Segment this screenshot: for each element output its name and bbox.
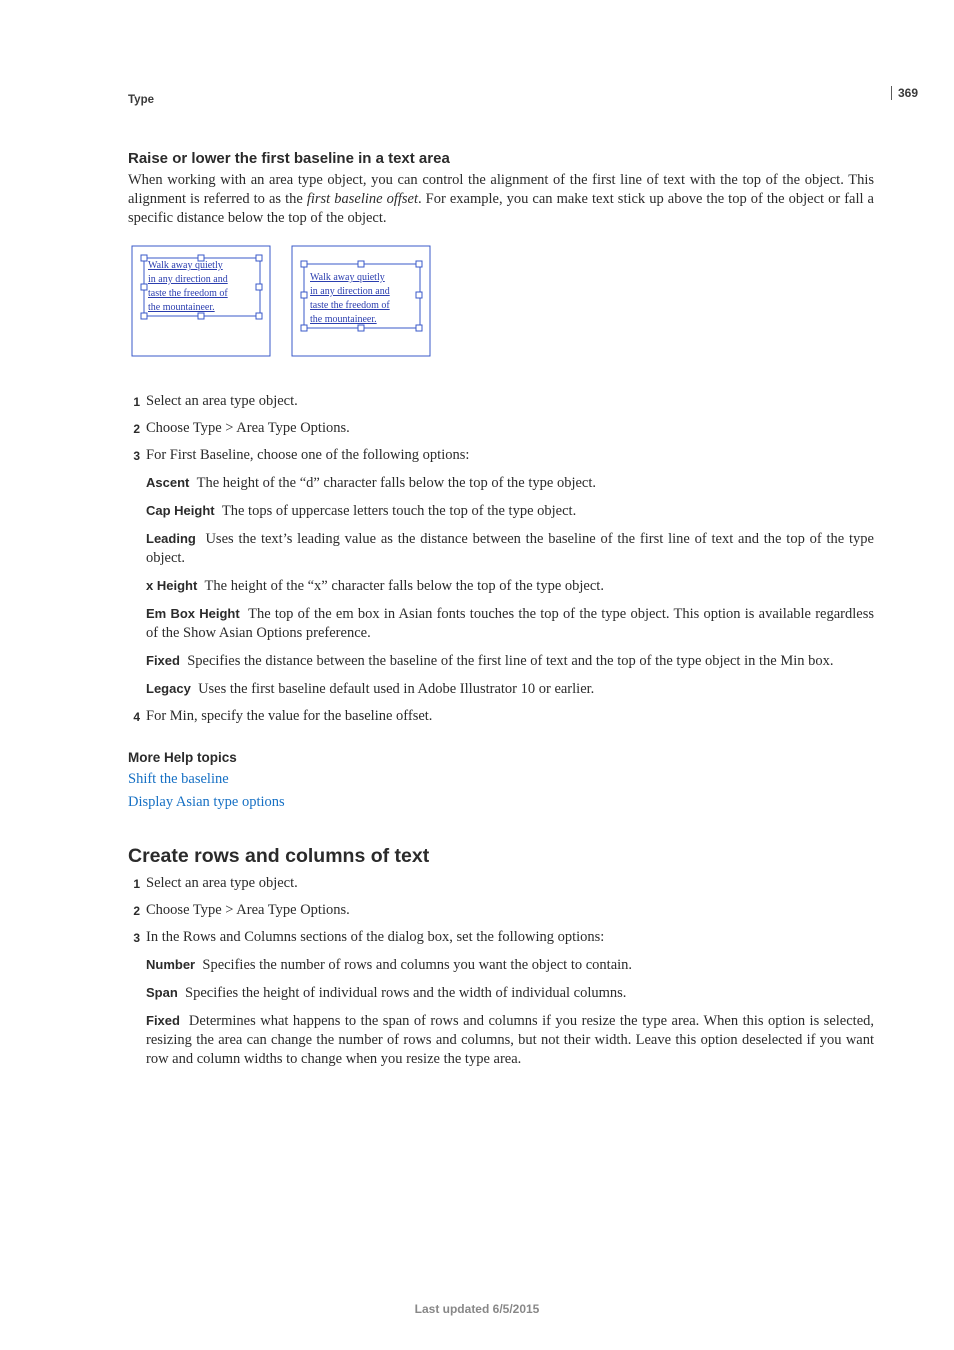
option-x-height: x Height The height of the “x” character…: [146, 576, 874, 596]
heading-raise-lower-baseline: Raise or lower the first baseline in a t…: [128, 150, 874, 167]
steps-list-1b: 4For Min, specify the value for the base…: [128, 707, 874, 726]
step2-1: 1Select an area type object.: [128, 874, 874, 893]
figure-left-line1: Walk away quietly: [148, 260, 223, 271]
option-fixed: Fixed Specifies the distance between the…: [146, 651, 874, 671]
option-cap-height: Cap Height The tops of uppercase letters…: [146, 501, 874, 521]
figure-left-line4: the mountaineer.: [148, 302, 215, 313]
option2-span: Span Specifies the height of individual …: [146, 983, 874, 1003]
page: 369 Type Raise or lower the first baseli…: [0, 0, 954, 1350]
option2-number: Number Specifies the number of rows and …: [146, 955, 874, 975]
figure-right-line1: Walk away quietly: [310, 272, 385, 283]
intro-paragraph: When working with an area type object, y…: [128, 171, 874, 228]
step-2: 2Choose Type > Area Type Options.: [128, 419, 874, 438]
figure-first-baseline: Walk away quietly in any direction and t…: [128, 242, 438, 362]
steps-list-2: 1Select an area type object. 2Choose Typ…: [128, 874, 874, 947]
footer-last-updated: Last updated 6/5/2015: [0, 1302, 954, 1316]
option-legacy: Legacy Uses the first baseline default u…: [146, 679, 874, 699]
figure-right-line4: the mountaineer.: [310, 314, 377, 325]
step2-2: 2Choose Type > Area Type Options.: [128, 901, 874, 920]
option2-fixed: Fixed Determines what happens to the spa…: [146, 1011, 874, 1069]
link-display-asian[interactable]: Display Asian type options: [128, 794, 874, 811]
step-3: 3For First Baseline, choose one of the f…: [128, 446, 874, 465]
step-1: 1Select an area type object.: [128, 392, 874, 411]
figure-right-line2: in any direction and: [310, 286, 390, 297]
option-leading: Leading Uses the text’s leading value as…: [146, 529, 874, 568]
option-em-box-height: Em Box Height The top of the em box in A…: [146, 604, 874, 643]
step2-3: 3In the Rows and Columns sections of the…: [128, 928, 874, 947]
figure-left-line3: taste the freedom of: [148, 288, 228, 299]
figure-left-line2: in any direction and: [148, 274, 228, 285]
option-ascent: Ascent The height of the “d” character f…: [146, 473, 874, 493]
steps-list-1: 1Select an area type object. 2Choose Typ…: [128, 392, 874, 465]
page-number: 369: [891, 86, 918, 100]
step-4: 4For Min, specify the value for the base…: [128, 707, 874, 726]
figure-right-line3: taste the freedom of: [310, 300, 390, 311]
heading-rows-columns: Create rows and columns of text: [128, 845, 874, 868]
more-help-heading: More Help topics: [128, 750, 874, 765]
section-label: Type: [128, 94, 874, 106]
link-shift-baseline[interactable]: Shift the baseline: [128, 771, 874, 788]
